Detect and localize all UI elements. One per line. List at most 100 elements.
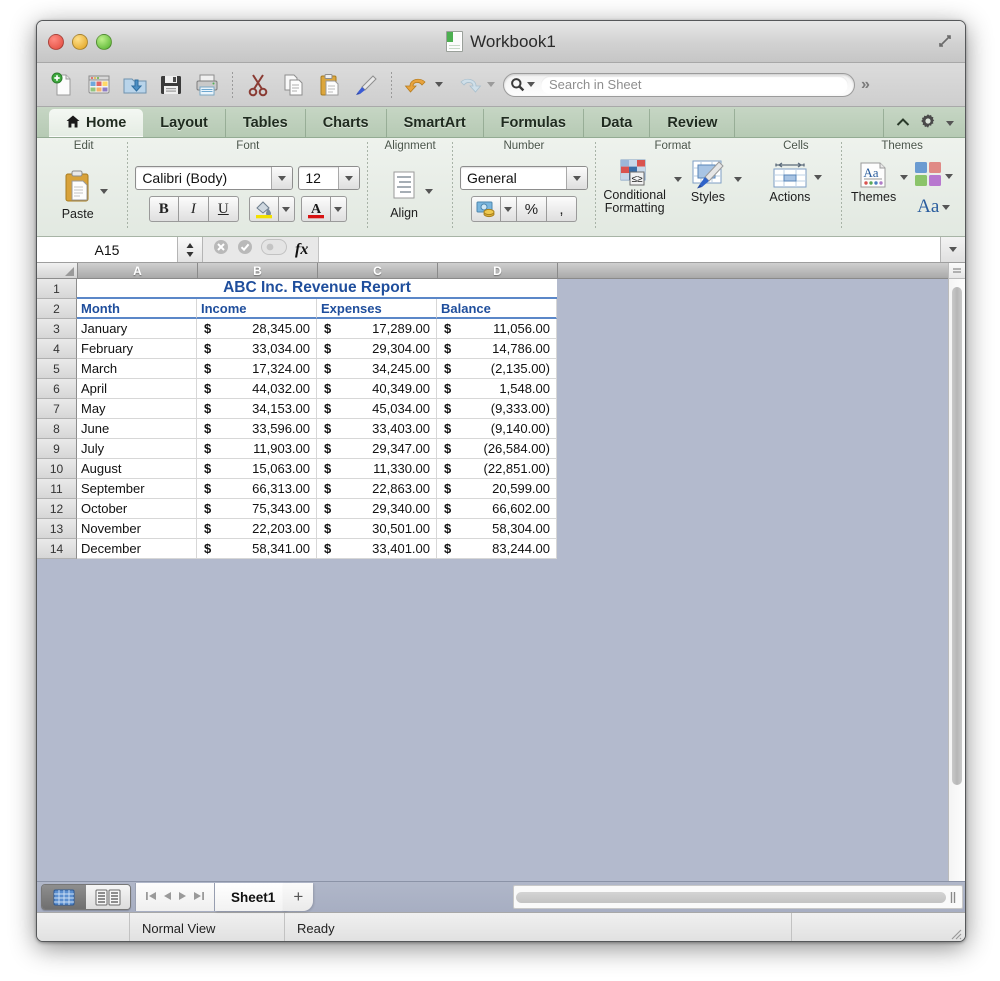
- cut-icon[interactable]: [241, 69, 275, 101]
- cell-balance[interactable]: $1,548.00: [437, 379, 557, 399]
- tab-layout[interactable]: Layout: [143, 109, 226, 137]
- vertical-scroll-thumb[interactable]: [952, 287, 962, 785]
- theme-fonts-dropdown-arrow[interactable]: [942, 204, 951, 210]
- cell-income[interactable]: $11,903.00: [197, 439, 317, 459]
- cell-month[interactable]: November: [77, 519, 197, 539]
- cell-balance[interactable]: $14,786.00: [437, 339, 557, 359]
- cell-expenses[interactable]: $40,349.00: [317, 379, 437, 399]
- cell-expenses[interactable]: $22,863.00: [317, 479, 437, 499]
- fullscreen-icon[interactable]: [937, 33, 953, 49]
- number-format-combo[interactable]: General: [459, 166, 588, 190]
- undo-icon[interactable]: [400, 69, 434, 101]
- row-header[interactable]: 11: [37, 479, 77, 499]
- toolbar-overflow-icon[interactable]: »: [861, 76, 870, 94]
- tab-data[interactable]: Data: [584, 109, 651, 137]
- paste-button[interactable]: Paste: [60, 168, 96, 221]
- header-cell-month[interactable]: Month: [77, 299, 197, 319]
- fx-icon[interactable]: fx: [295, 241, 308, 259]
- tab-formulas[interactable]: Formulas: [484, 109, 584, 137]
- open-icon[interactable]: [118, 69, 152, 101]
- cell-balance[interactable]: $ (26,584.00): [437, 439, 557, 459]
- row-header[interactable]: 12: [37, 499, 77, 519]
- cell-expenses[interactable]: $29,340.00: [317, 499, 437, 519]
- column-header-b[interactable]: B: [198, 263, 318, 279]
- theme-fonts-icon[interactable]: Aa: [917, 197, 939, 216]
- column-header-d[interactable]: D: [438, 263, 558, 279]
- row-header[interactable]: 8: [37, 419, 77, 439]
- new-icon[interactable]: [46, 69, 80, 101]
- cell-income[interactable]: $15,063.00: [197, 459, 317, 479]
- row-header[interactable]: 7: [37, 399, 77, 419]
- cell-balance[interactable]: $58,304.00: [437, 519, 557, 539]
- undo-dropdown-arrow[interactable]: [435, 82, 443, 87]
- cell-income[interactable]: $44,032.00: [197, 379, 317, 399]
- horizontal-split-handle[interactable]: [946, 891, 960, 904]
- tab-smartart[interactable]: SmartArt: [387, 109, 484, 137]
- row-header[interactable]: 9: [37, 439, 77, 459]
- name-box[interactable]: A15: [37, 237, 178, 262]
- font-name-combo[interactable]: Calibri (Body): [135, 166, 294, 190]
- row-header[interactable]: 4: [37, 339, 77, 359]
- normal-view-icon[interactable]: [42, 885, 86, 909]
- report-title-cell[interactable]: ABC Inc. Revenue Report: [77, 279, 557, 299]
- header-cell-balance[interactable]: Balance: [437, 299, 557, 319]
- theme-colors-dropdown-arrow[interactable]: [945, 174, 954, 179]
- search-icon[interactable]: [510, 77, 535, 92]
- tab-tables[interactable]: Tables: [226, 109, 306, 137]
- print-icon[interactable]: [190, 69, 224, 101]
- gear-icon[interactable]: [920, 113, 936, 134]
- bold-button[interactable]: B: [148, 196, 179, 222]
- cell-balance[interactable]: $ (22,851.00): [437, 459, 557, 479]
- cell-month[interactable]: March: [77, 359, 197, 379]
- cell-income[interactable]: $75,343.00: [197, 499, 317, 519]
- row-header[interactable]: 6: [37, 379, 77, 399]
- cell-month[interactable]: February: [77, 339, 197, 359]
- cell-expenses[interactable]: $45,034.00: [317, 399, 437, 419]
- sheet-tab-sheet1[interactable]: Sheet1: [215, 883, 292, 911]
- cell-income[interactable]: $17,324.00: [197, 359, 317, 379]
- cell-balance[interactable]: $ (9,140.00): [437, 419, 557, 439]
- cell-balance[interactable]: $ (9,333.00): [437, 399, 557, 419]
- nav-last-sheet-icon[interactable]: [193, 891, 204, 904]
- row-header-2[interactable]: 2: [37, 299, 77, 319]
- collapse-ribbon-icon[interactable]: [896, 114, 910, 132]
- align-button[interactable]: Align: [387, 169, 421, 220]
- row-header[interactable]: 13: [37, 519, 77, 539]
- font-size-combo[interactable]: 12: [298, 166, 361, 190]
- currency-icon[interactable]: [470, 196, 501, 222]
- formula-bar-expand[interactable]: [940, 237, 965, 262]
- horizontal-scrollbar[interactable]: [513, 885, 963, 909]
- fill-color-icon[interactable]: [248, 196, 279, 222]
- tab-charts[interactable]: Charts: [306, 109, 387, 137]
- styles-button[interactable]: Styles: [690, 159, 726, 204]
- column-header-a[interactable]: A: [78, 263, 198, 279]
- cell-income[interactable]: $28,345.00: [197, 319, 317, 339]
- currency-dropdown-arrow[interactable]: [500, 196, 517, 222]
- page-layout-view-icon[interactable]: [86, 885, 130, 909]
- column-header-c[interactable]: C: [318, 263, 438, 279]
- font-name-dropdown-arrow[interactable]: [271, 167, 293, 189]
- search-input[interactable]: Search in Sheet: [503, 72, 855, 97]
- nav-prev-sheet-icon[interactable]: [163, 891, 172, 904]
- align-dropdown-arrow[interactable]: [425, 188, 434, 194]
- cell-expenses[interactable]: $11,330.00: [317, 459, 437, 479]
- vertical-split-handle[interactable]: [949, 263, 965, 279]
- redo-icon[interactable]: [452, 69, 486, 101]
- cell-month[interactable]: December: [77, 539, 197, 559]
- cell-balance[interactable]: $83,244.00: [437, 539, 557, 559]
- row-header-1[interactable]: 1: [37, 279, 77, 299]
- cell-month[interactable]: October: [77, 499, 197, 519]
- paste-dropdown-arrow[interactable]: [99, 188, 108, 194]
- header-cell-income[interactable]: Income: [197, 299, 317, 319]
- redo-dropdown-arrow[interactable]: [487, 82, 495, 87]
- tab-review[interactable]: Review: [650, 109, 736, 137]
- row-header[interactable]: 3: [37, 319, 77, 339]
- cell-income[interactable]: $34,153.00: [197, 399, 317, 419]
- font-color-dropdown-arrow[interactable]: [330, 196, 347, 222]
- tab-home[interactable]: Home: [49, 109, 144, 137]
- cell-balance[interactable]: $66,602.00: [437, 499, 557, 519]
- cell-expenses[interactable]: $30,501.00: [317, 519, 437, 539]
- cell-balance[interactable]: $20,599.00: [437, 479, 557, 499]
- copy-icon[interactable]: [277, 69, 311, 101]
- horizontal-scroll-thumb[interactable]: [516, 891, 946, 903]
